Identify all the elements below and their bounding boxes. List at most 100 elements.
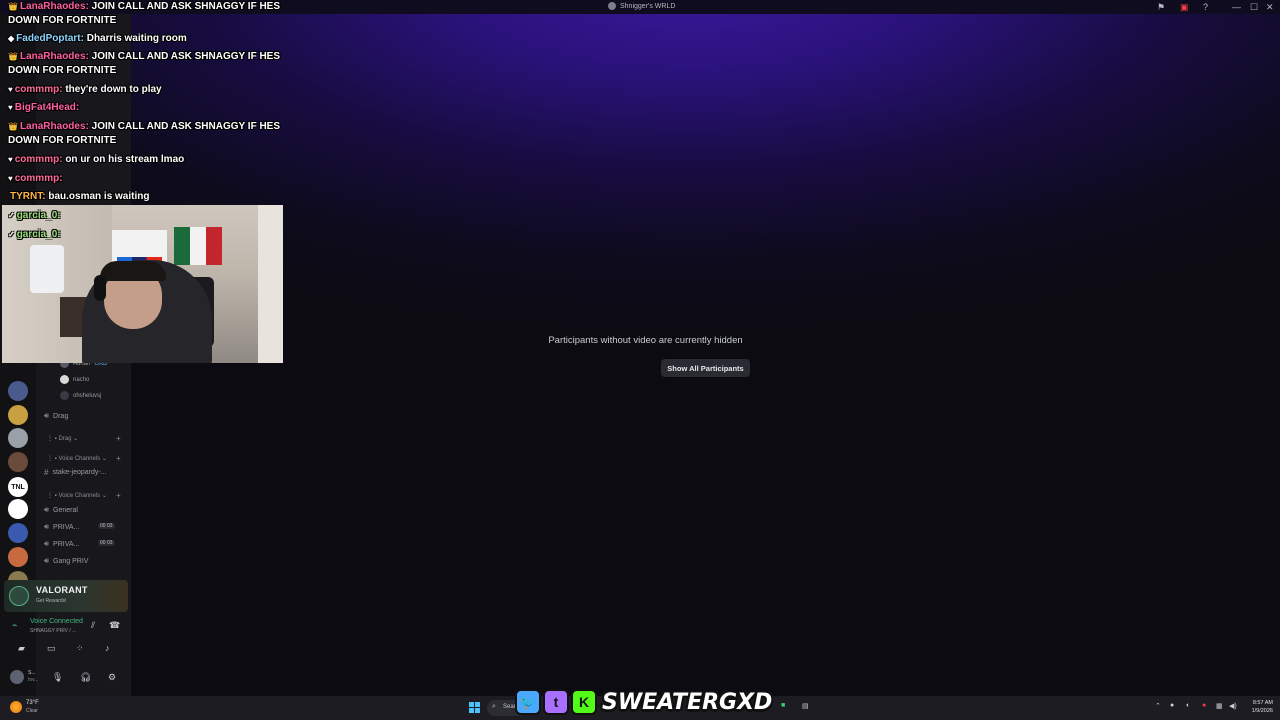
valorant-logo-icon (9, 586, 29, 606)
text-channel-stake-jeopardy[interactable]: # stake-jeopardy-... (44, 468, 107, 477)
volume-icon[interactable]: ◀) (1229, 702, 1237, 710)
user-panel: S... Inv... 🎙︎ 🎧︎ ⚙ (4, 666, 128, 690)
channel-label: Gang PRIV (53, 557, 89, 565)
clock-time[interactable]: 8:57 AM (1243, 700, 1273, 706)
settings-gear-icon[interactable]: ⚙ (108, 672, 116, 683)
twitch-icon: t (543, 689, 569, 715)
noise-suppression-icon[interactable]: ⫽ (91, 620, 95, 631)
category-drag[interactable]: ⋮ ▪ Drag ⌄ (47, 435, 78, 442)
microphone-icon[interactable]: 🎙︎ (52, 672, 63, 683)
streamer-branding: 🐦 t K SWEATERGXD (515, 688, 772, 716)
server-icon[interactable] (8, 523, 28, 543)
chat-username: commmp: (14, 84, 63, 95)
network-icon[interactable]: ▦ (1216, 702, 1223, 710)
app-icon[interactable]: ▤ (802, 702, 809, 710)
notice-text: Participants without video are currently… (548, 335, 743, 346)
chat-username: commmp: (14, 173, 63, 184)
voice-member[interactable]: nacho (60, 375, 89, 384)
channel-label: PRIVA... (53, 540, 80, 548)
member-name: ohsheluvsj (73, 392, 102, 399)
server-icon[interactable] (8, 381, 28, 401)
category-label: Drag (58, 436, 72, 442)
speaker-icon: 🔊︎ (44, 505, 50, 514)
help-icon[interactable]: ? (1203, 2, 1208, 12)
speaker-icon: 🔊︎ (44, 522, 50, 531)
chevron-down-icon: ⌄ (101, 493, 107, 499)
voice-channel-general[interactable]: 🔊︎ General (44, 505, 78, 515)
chevron-down-icon: ⌄ (101, 456, 107, 462)
voice-connection-panel: ⌁ Voice Connected SHNAGGY PRIV / ... ⫽ ☎ (4, 616, 128, 638)
drag-handle-icon: ⋮ ▪ (47, 456, 59, 462)
tray-app-icon[interactable]: ● (1170, 702, 1174, 709)
weather-icon[interactable] (10, 701, 22, 713)
username[interactable]: S... (28, 670, 36, 676)
chat-message: ✓ garcia_0: (8, 228, 308, 242)
close-button[interactable]: ✕ (1266, 2, 1274, 12)
brand-name: SWEATERGXD (602, 689, 773, 715)
clock-date[interactable]: 1/9/2026 (1243, 708, 1273, 714)
server-icon[interactable] (8, 405, 28, 425)
avatar[interactable] (10, 670, 24, 684)
voice-status[interactable]: Voice Connected (30, 618, 83, 625)
channel-label: General (53, 506, 78, 514)
server-icon[interactable] (8, 452, 28, 472)
voice-channel-drag[interactable]: 🔊︎ Drag (44, 411, 68, 421)
chat-message: ✓ garcia_0: (8, 209, 308, 223)
inbox-icon[interactable]: ▣ (1180, 2, 1189, 12)
add-channel-button[interactable]: + (116, 491, 121, 500)
chat-badge-icon: ◆ (8, 34, 15, 43)
tray-app-icon[interactable]: ◐ (1186, 702, 1190, 709)
server-icon[interactable] (8, 499, 28, 519)
headphones-icon[interactable]: 🎧︎ (80, 672, 91, 683)
chat-username: commmp: (14, 154, 63, 165)
maximize-button[interactable]: ☐ (1250, 2, 1258, 12)
chevron-up-icon[interactable]: ⌃ (1155, 702, 1161, 710)
disconnect-icon[interactable]: ☎ (109, 620, 120, 631)
voice-member[interactable]: ohsheluvsj (60, 391, 101, 400)
drag-handle-icon: ⋮ ▪ (47, 436, 59, 442)
add-channel-button[interactable]: + (116, 434, 121, 443)
soundboard-icon[interactable]: ♪ (105, 643, 110, 653)
category-voice-channels[interactable]: ⋮ ▪ Voice Channels ⌄ (47, 492, 107, 499)
chat-username: FadedPoptart: (16, 33, 84, 44)
headset-icon (94, 275, 106, 301)
drag-handle-icon: ⋮ ▪ (47, 493, 59, 499)
chevron-down-icon: ⌄ (73, 436, 79, 442)
chat-text: Dharris waiting room (86, 33, 187, 44)
voice-channel-private[interactable]: 🔊︎ PRIVA... (44, 522, 79, 532)
camera-icon[interactable]: ▰ (18, 643, 25, 654)
speaker-icon: 🔊︎ (44, 556, 50, 565)
activities-icon[interactable]: ⁘ (76, 643, 84, 654)
server-icon[interactable] (8, 428, 28, 448)
server-icon-tnl[interactable]: TNL (8, 477, 28, 497)
voice-channel-name[interactable]: SHNAGGY PRIV / ... (30, 628, 76, 634)
weather-temperature[interactable]: 73°F (26, 700, 39, 706)
app-icon[interactable]: ■ (781, 702, 785, 709)
start-button[interactable] (469, 702, 480, 713)
chat-username: BigFat4Head: (14, 102, 80, 113)
server-icon[interactable] (8, 547, 28, 567)
category-voice-channels[interactable]: ⋮ ▪ Voice Channels ⌄ (47, 455, 107, 462)
show-all-participants-button[interactable]: Show All Participants (661, 359, 750, 377)
chat-badge-icon: ♥ (8, 103, 13, 112)
weather-condition[interactable]: Clear (26, 708, 38, 714)
chat-badge-icon: ♥ (8, 85, 13, 94)
category-label: Voice Channels (58, 493, 101, 499)
promo-title: VALORANT (36, 585, 88, 595)
minimize-button[interactable]: — (1232, 2, 1241, 12)
voice-channel-gang-priv[interactable]: 🔊︎ Gang PRIV (44, 556, 88, 566)
speaker-icon: 🔊︎ (44, 539, 50, 548)
microphone-icon[interactable]: ● (1202, 702, 1206, 709)
add-channel-button[interactable]: + (116, 454, 121, 463)
chat-username: LanaRhaodes: (19, 51, 89, 62)
flag-icon[interactable]: ⚑ (1157, 2, 1165, 12)
valorant-promo[interactable]: VALORANT Get Rewards! (4, 580, 128, 612)
channel-label: PRIVA... (53, 523, 80, 531)
channel-label: stake-jeopardy-... (52, 469, 107, 476)
search-icon: ⌕ (492, 703, 496, 710)
voice-channel-private[interactable]: 🔊︎ PRIVA... (44, 539, 79, 549)
chat-text: on ur on his stream lmao (65, 154, 185, 165)
chat-message: ♥ commmp: (8, 172, 308, 186)
screen-share-icon[interactable]: ▭ (47, 643, 56, 654)
promo-subtitle: Get Rewards! (36, 598, 67, 604)
